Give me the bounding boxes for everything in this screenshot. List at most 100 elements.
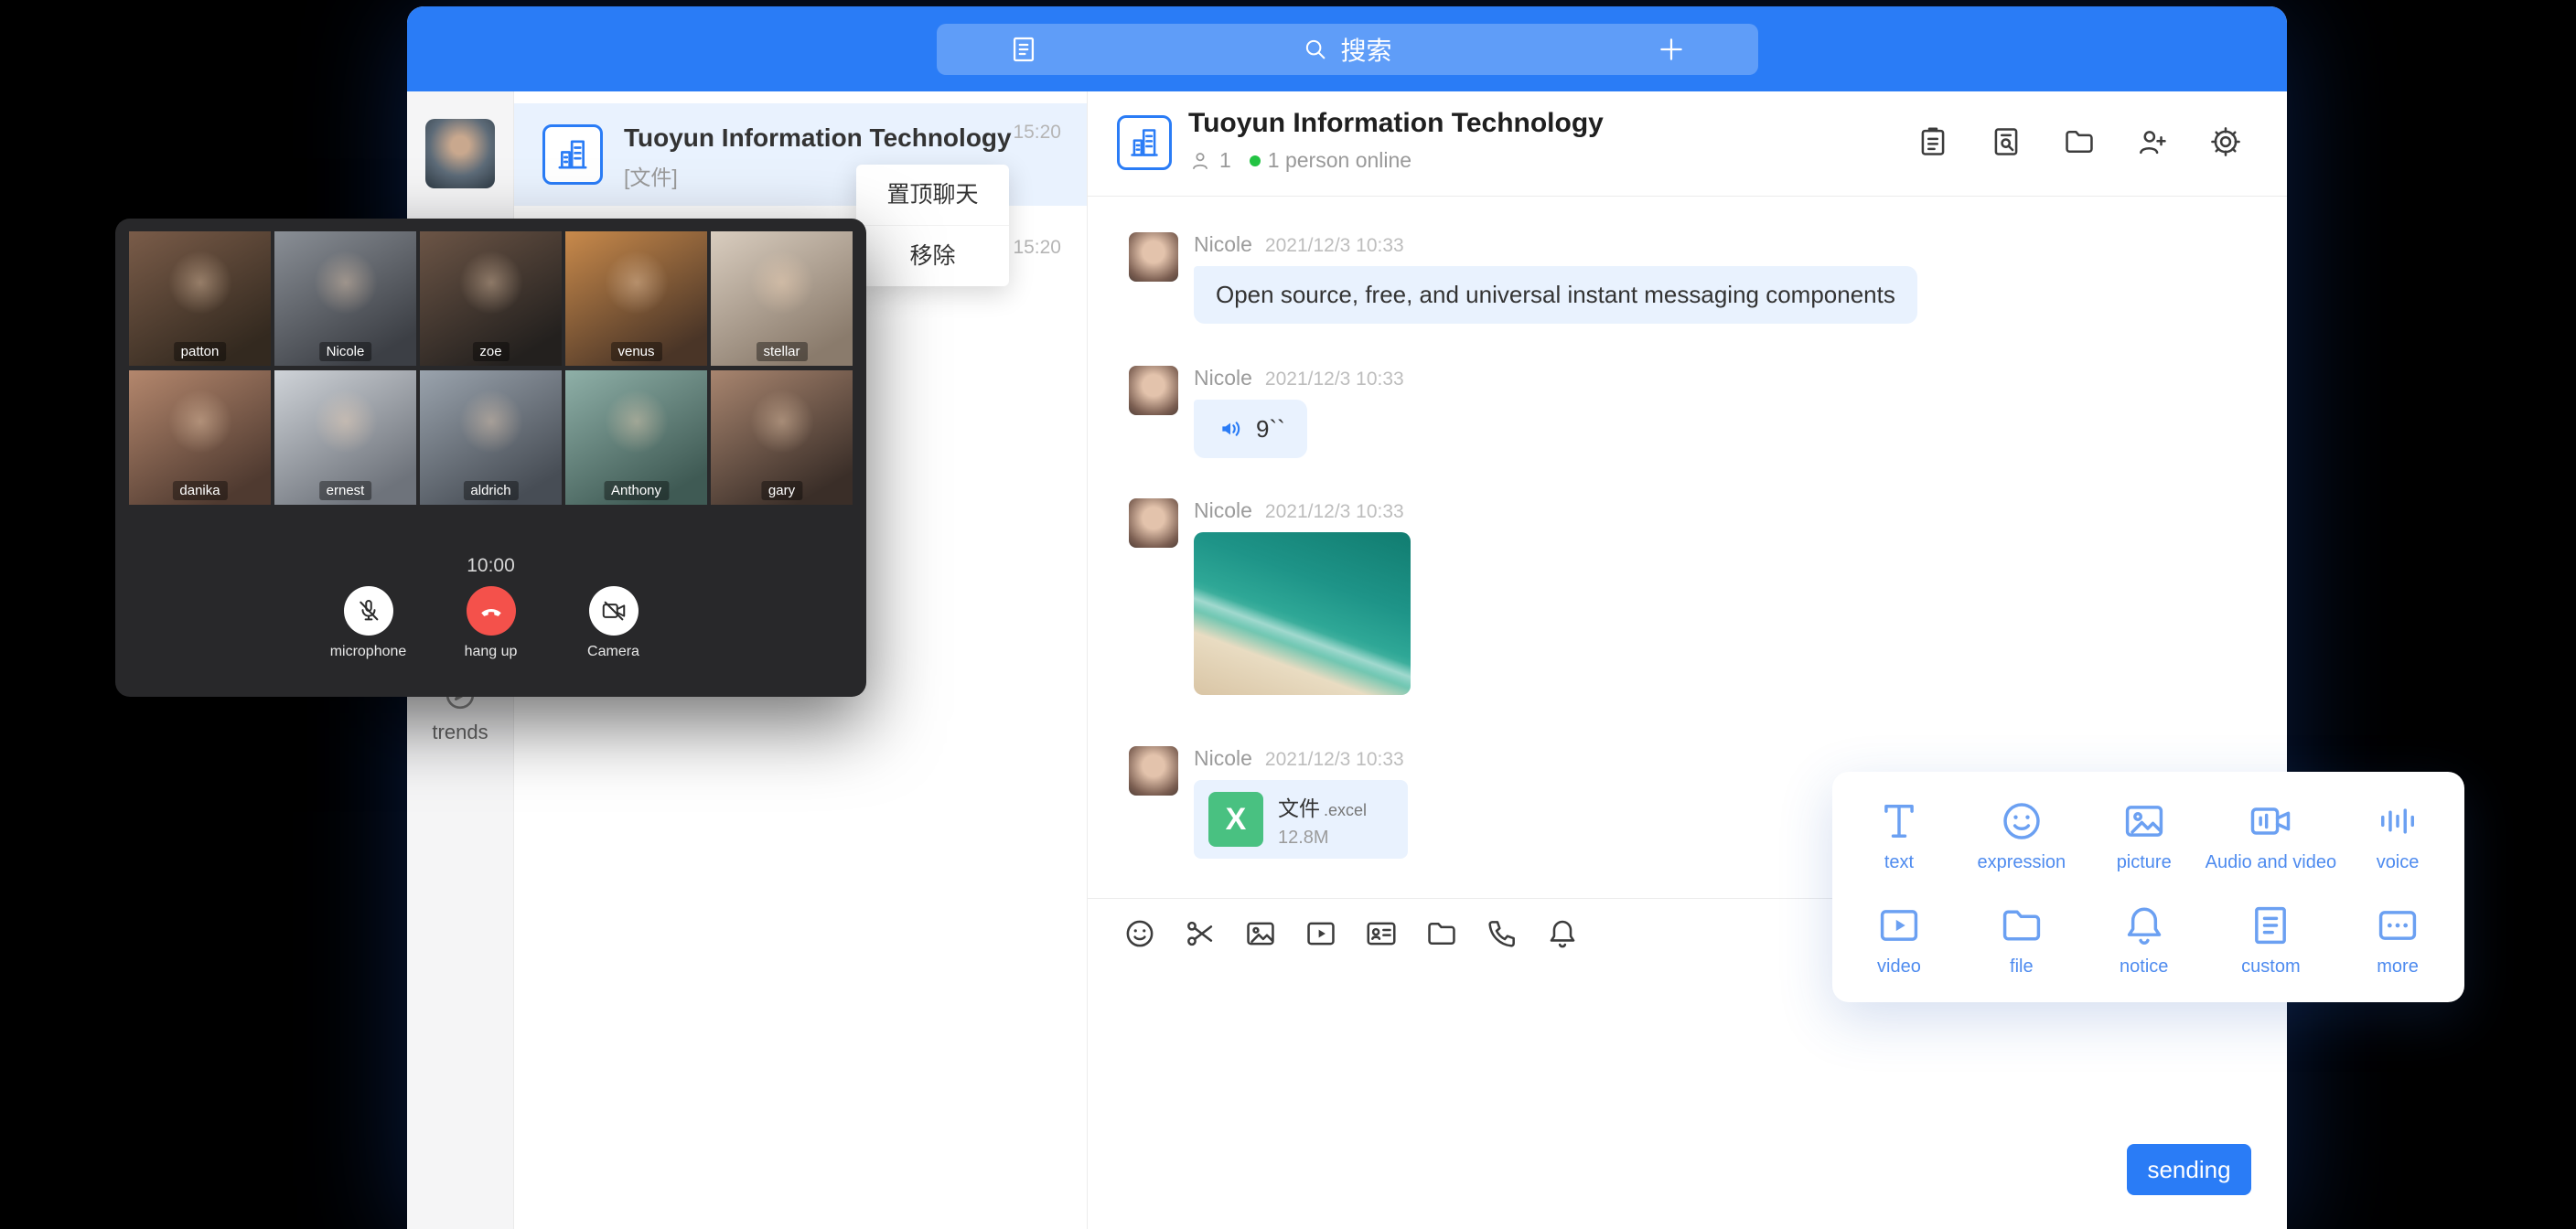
video-participant-tile[interactable]: ernest [274,370,416,505]
video-participant-tile[interactable]: gary [711,370,853,505]
message: Nicole 2021/12/3 10:33 9`` [1129,366,2287,458]
microphone-label: microphone [330,644,407,660]
feature-video[interactable]: video [1875,902,1923,978]
announcement-icon [1916,124,1950,159]
microphone-button[interactable] [344,586,393,636]
video-participant-tile[interactable]: aldrich [420,370,562,505]
group-files-button[interactable] [2062,124,2097,159]
excel-letter: X [1226,802,1247,838]
sender-name: Nicole [1194,232,1252,257]
feature-custom[interactable]: custom [2241,902,2300,978]
topbar-search-group: 搜索 [937,24,1758,75]
feature-label: more [2377,956,2419,978]
contact-card-button[interactable] [1364,916,1399,951]
message-time: 2021/12/3 10:33 [1265,235,1404,257]
video-participant-tile[interactable]: patton [129,231,271,366]
video-participant-tile[interactable]: venus [565,231,707,366]
plus-icon [1656,34,1687,65]
microphone-control[interactable]: microphone [325,586,413,660]
sender-avatar[interactable] [1129,232,1178,282]
file-name: 文件.excel [1278,791,1367,822]
participant-name: zoe [472,342,509,361]
message-time: 2021/12/3 10:33 [1265,749,1404,771]
add-button[interactable] [1584,24,1758,75]
send-button[interactable]: sending [2127,1144,2251,1195]
chat-history-button[interactable] [1989,124,2023,159]
video-icon [1304,916,1338,951]
message-list: Nicole 2021/12/3 10:33 Open source, free… [1088,196,2287,859]
sender-name: Nicole [1194,746,1252,771]
emoji-button[interactable] [1122,916,1157,951]
building-icon [554,136,591,173]
feature-more[interactable]: more [2374,902,2421,978]
image-message[interactable] [1194,532,1411,695]
feature-audio-video[interactable]: Audio and video [2206,797,2336,873]
feature-file[interactable]: file [1998,902,2045,978]
text-message-bubble[interactable]: Open source, free, and universal instant… [1194,266,1917,324]
hang-up-control[interactable]: hang up [447,586,535,660]
chat-meta: 1 1 person online [1188,148,1411,173]
file-message-card[interactable]: X 文件.excel 12.8M [1194,780,1408,859]
compose-button[interactable] [937,24,1111,75]
feature-voice[interactable]: voice [2374,797,2421,873]
chat-title: Tuoyun Information Technology [1188,108,1604,139]
feature-label: picture [2117,852,2172,873]
call-button[interactable] [1485,916,1519,951]
participant-name: stellar [756,342,807,361]
announcement-button[interactable] [1916,124,1950,159]
trends-label: trends [432,721,488,744]
video-participant-tile[interactable]: stellar [711,231,853,366]
send-file-button[interactable] [1424,916,1459,951]
message-head: Nicole 2021/12/3 10:33 [1194,746,2287,771]
camera-button[interactable] [589,586,639,636]
feature-notice[interactable]: notice [2120,902,2168,978]
sender-avatar[interactable] [1129,498,1178,548]
phone-down-icon [478,597,505,625]
sender-name: Nicole [1194,366,1252,390]
video-participant-tile[interactable]: zoe [420,231,562,366]
image-icon [1243,916,1278,951]
sender-avatar[interactable] [1129,746,1178,796]
custom-icon [2247,902,2294,949]
file-icon [1998,902,2045,949]
menu-item-pin-chat[interactable]: 置顶聊天 [856,165,1009,225]
excel-file-icon: X [1208,792,1263,847]
folder-icon [2062,124,2097,159]
video-participant-tile[interactable]: danika [129,370,271,505]
call-controls: microphone hang up Camera [115,586,866,660]
add-member-icon [2135,124,2170,159]
feature-label: file [2010,956,2034,978]
compose-icon [1008,34,1039,65]
sender-avatar[interactable] [1129,366,1178,415]
feature-text[interactable]: text [1875,797,1923,873]
video-participant-tile[interactable]: Nicole [274,231,416,366]
notice-button[interactable] [1545,916,1580,951]
camera-off-icon [600,597,628,625]
send-video-button[interactable] [1304,916,1338,951]
chat-panel: Tuoyun Information Technology 1 1 person… [1088,91,2287,1229]
scissors-icon [1183,916,1218,951]
feature-label: Audio and video [2206,852,2336,873]
screenshot-button[interactable] [1183,916,1218,951]
conversation-time: 15:20 [1013,237,1061,259]
send-image-button[interactable] [1243,916,1278,951]
hang-up-button[interactable] [467,586,516,636]
notice-icon [2120,902,2168,949]
camera-control[interactable]: Camera [570,586,658,660]
search-bar[interactable]: 搜索 [1111,24,1584,75]
message-input-toolbar [1122,916,1580,951]
feature-expression[interactable]: expression [1977,797,2066,873]
video-participant-tile[interactable]: Anthony [565,370,707,505]
settings-button[interactable] [2208,124,2243,159]
voice-message-bubble[interactable]: 9`` [1194,400,1307,458]
chat-history-search-icon [1989,124,2023,159]
message-head: Nicole 2021/12/3 10:33 [1194,232,2287,257]
add-member-button[interactable] [2135,124,2170,159]
menu-item-remove[interactable]: 移除 [856,225,1009,286]
folder-icon [1424,916,1459,951]
feature-picture[interactable]: picture [2117,797,2172,873]
desktop-background: 搜索 trends Tuoyun Information Technology [0,0,2576,1229]
feature-label: notice [2120,956,2168,978]
user-avatar[interactable] [425,119,495,188]
participant-name: Nicole [319,342,372,361]
